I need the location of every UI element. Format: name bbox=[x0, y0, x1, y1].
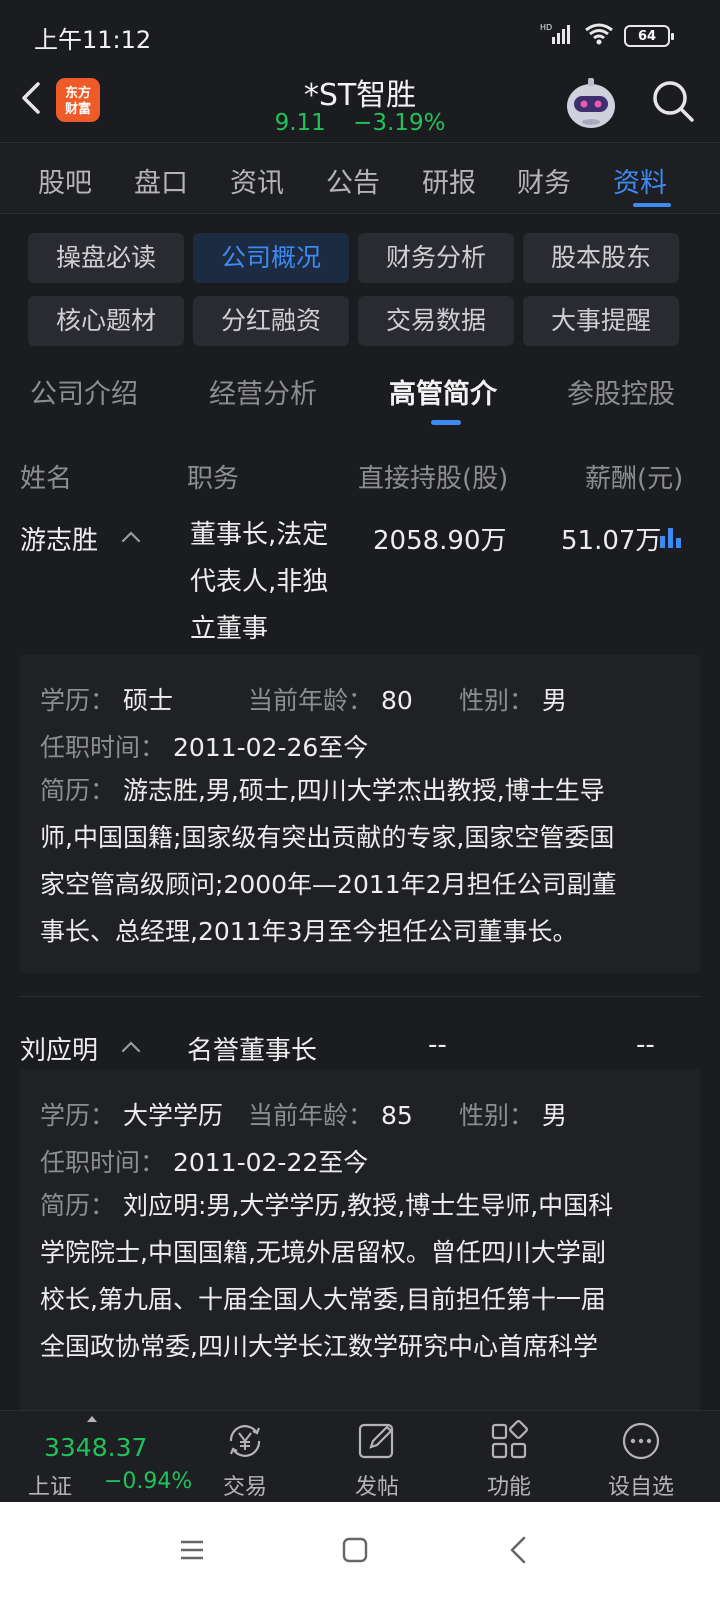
menu-icon[interactable] bbox=[178, 1536, 206, 1564]
status-time: 上午11:12 bbox=[34, 26, 152, 54]
executive-name[interactable]: 游志胜 bbox=[20, 520, 98, 557]
age-value: 85 bbox=[380, 1101, 413, 1130]
signal-icon: HD bbox=[540, 22, 574, 50]
robot-assistant-icon[interactable] bbox=[562, 76, 620, 132]
tenure-field: 任职时间： 2011-02-22至今 bbox=[40, 1148, 369, 1177]
executive-shares: -- bbox=[428, 1030, 447, 1060]
add-watchlist-button[interactable]: 设自选 bbox=[596, 1419, 686, 1503]
gender-value: 男 bbox=[541, 686, 567, 715]
executive-detail-panel: 学历： 大学学历 当前年龄： 85 性别： 男 任职时间： 2011-02-22… bbox=[20, 1070, 700, 1410]
education-value: 硕士 bbox=[122, 686, 173, 715]
tab-finance[interactable]: 财务 bbox=[517, 161, 571, 200]
executive-bio: 简历： 游志胜,男,硕士,四川大学杰出教授,博士生导 师,中国国籍;国家级有突出… bbox=[40, 776, 617, 946]
executive-salary: 51.07万 bbox=[561, 526, 662, 556]
chevron-up-icon[interactable] bbox=[120, 530, 142, 544]
row-divider bbox=[20, 996, 700, 997]
tenure-value: 2011-02-22至今 bbox=[172, 1148, 369, 1177]
chip-financial-analysis[interactable]: 财务分析 bbox=[358, 233, 514, 283]
col-header-salary[interactable]: 薪酬(元) bbox=[585, 458, 683, 495]
trade-yen-icon bbox=[229, 1425, 261, 1457]
subtab-indicator bbox=[431, 420, 461, 425]
subtab-company-intro[interactable]: 公司介绍 bbox=[30, 372, 138, 411]
trade-button[interactable]: 交易 bbox=[200, 1419, 290, 1503]
tenure-field: 任职时间： 2011-02-26至今 bbox=[40, 733, 369, 762]
tab-research[interactable]: 研报 bbox=[422, 161, 476, 200]
executive-bio: 简历： 刘应明:男,大学学历,教授,博士生导师,中国科 学院院士,中国国籍,无境… bbox=[40, 1191, 614, 1361]
executive-role: 名誉董事长 bbox=[187, 1036, 318, 1066]
gender-value: 男 bbox=[541, 1101, 567, 1130]
main-tabs: 股吧 盘口 资讯 公告 研报 财务 资料 bbox=[0, 142, 720, 214]
grid-icon bbox=[491, 1420, 528, 1459]
stock-price: 9.11 bbox=[274, 110, 326, 136]
age-field: 当前年龄： 85 bbox=[248, 1101, 413, 1130]
chip-shareholders[interactable]: 股本股东 bbox=[523, 233, 679, 283]
active-tab-indicator bbox=[633, 203, 671, 207]
bottom-toolbar: 3348.37 上证 −0.94% 交易 发帖 功能 设自选 bbox=[0, 1410, 720, 1502]
chip-core-themes[interactable]: 核心题材 bbox=[28, 296, 184, 346]
search-button[interactable] bbox=[650, 78, 696, 124]
executive-shares: 2058.90万 bbox=[373, 526, 507, 556]
system-nav-bar bbox=[0, 1502, 720, 1600]
education-field: 学历： 大学学历 bbox=[40, 1101, 223, 1130]
col-header-name: 姓名 bbox=[20, 464, 73, 494]
subtab-operations[interactable]: 经营分析 bbox=[209, 372, 317, 411]
more-icon bbox=[622, 1422, 660, 1460]
col-header-shares[interactable]: 直接持股(股) bbox=[358, 458, 508, 495]
index-value[interactable]: 3348.37 bbox=[44, 1433, 147, 1462]
chip-trading-data[interactable]: 交易数据 bbox=[358, 296, 514, 346]
chip-event-reminders[interactable]: 大事提醒 bbox=[523, 296, 679, 346]
tab-announcements[interactable]: 公告 bbox=[326, 161, 380, 200]
wifi-icon bbox=[584, 22, 614, 50]
executive-name[interactable]: 刘应明 bbox=[20, 1030, 98, 1067]
gender-field: 性别： 男 bbox=[459, 1101, 567, 1130]
stock-change: −3.19% bbox=[353, 110, 446, 136]
subtab-holdings[interactable]: 参股控股 bbox=[567, 372, 675, 411]
chip-dividend-financing[interactable]: 分红融资 bbox=[193, 296, 349, 346]
subtab-executives[interactable]: 高管简介 bbox=[389, 372, 497, 411]
tenure-value: 2011-02-26至今 bbox=[172, 733, 369, 762]
index-name[interactable]: 上证 bbox=[28, 1469, 72, 1501]
chevron-up-icon[interactable] bbox=[120, 1040, 142, 1054]
home-icon[interactable] bbox=[340, 1535, 370, 1565]
index-change[interactable]: −0.94% bbox=[104, 1469, 192, 1494]
chip-trading-essentials[interactable]: 操盘必读 bbox=[28, 233, 184, 283]
stock-header: 东方 财富 *ST智胜 9.11 −3.19% bbox=[0, 70, 720, 142]
education-value: 大学学历 bbox=[122, 1101, 223, 1130]
svg-text:HD: HD bbox=[540, 23, 552, 32]
search-icon bbox=[653, 81, 694, 122]
tab-profile[interactable]: 资料 bbox=[613, 161, 667, 200]
age-field: 当前年龄： 80 bbox=[248, 686, 413, 715]
status-icons: HD 64 bbox=[540, 22, 674, 50]
caret-up-icon[interactable] bbox=[86, 1415, 98, 1423]
age-value: 80 bbox=[380, 686, 413, 715]
chip-company-overview[interactable]: 公司概况 bbox=[193, 233, 349, 283]
bar-chart-icon[interactable] bbox=[658, 524, 686, 550]
gender-field: 性别： 男 bbox=[459, 686, 567, 715]
functions-button[interactable]: 功能 bbox=[464, 1419, 554, 1503]
status-bar: 上午11:12 HD 64 bbox=[0, 0, 720, 70]
col-header-role: 职务 bbox=[187, 464, 240, 494]
battery-icon: 64 bbox=[624, 25, 674, 47]
tab-news[interactable]: 资讯 bbox=[230, 161, 284, 200]
post-button[interactable]: 发帖 bbox=[332, 1419, 422, 1503]
tab-pankou[interactable]: 盘口 bbox=[134, 161, 188, 200]
back-icon[interactable] bbox=[504, 1534, 534, 1566]
executive-detail-panel: 学历： 硕士 当前年龄： 80 性别： 男 任职时间： 2011-02-26至今… bbox=[20, 655, 700, 973]
tab-guba[interactable]: 股吧 bbox=[38, 161, 92, 200]
edit-icon bbox=[358, 1423, 394, 1459]
executive-role: 董事长,法定 代表人,非独 立董事 bbox=[190, 520, 329, 644]
executive-salary: -- bbox=[636, 1030, 655, 1060]
education-field: 学历： 硕士 bbox=[40, 686, 173, 715]
